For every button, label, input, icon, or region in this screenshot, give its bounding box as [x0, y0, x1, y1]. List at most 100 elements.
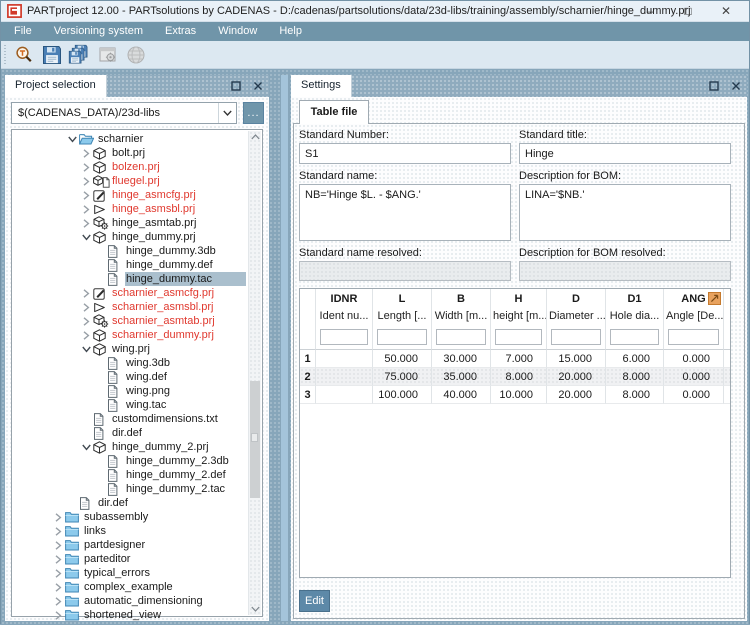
chevron-down-icon[interactable] — [79, 443, 93, 451]
bom-description-field[interactable]: LINA='$NB.' — [519, 184, 731, 241]
tree-item[interactable]: partdesigner — [13, 538, 246, 552]
project-path-combobox[interactable]: $(CADENAS_DATA)/23d-libs — [11, 102, 237, 124]
tree-item[interactable]: hinge_dummy.tac — [13, 272, 246, 286]
column-edit-icon[interactable] — [708, 292, 721, 305]
scroll-down-icon[interactable] — [249, 603, 261, 615]
tree-item[interactable]: wing.prj — [13, 342, 246, 356]
chevron-right-icon[interactable] — [79, 219, 93, 228]
cell-idnr[interactable] — [316, 386, 373, 404]
standard-number-field[interactable] — [299, 143, 511, 164]
chevron-down-icon[interactable] — [79, 345, 93, 353]
panel-splitter[interactable] — [281, 75, 288, 621]
filter-input-b[interactable] — [436, 329, 486, 345]
cell-d[interactable]: 20.000 — [547, 386, 606, 404]
tree-item[interactable]: scharnier_asmtab.prj — [13, 314, 246, 328]
close-panel-icon[interactable] — [253, 81, 263, 91]
column-header-d1[interactable]: D1 — [606, 289, 664, 309]
tree-item[interactable]: hinge_asmtab.prj — [13, 216, 246, 230]
tree-item[interactable]: shortened_view — [13, 608, 246, 622]
tree-scrollbar[interactable] — [248, 131, 261, 615]
tree-item[interactable]: wing.def — [13, 370, 246, 384]
tree-item[interactable]: hinge_asmsbl.prj — [13, 202, 246, 216]
scrollbar-thumb[interactable] — [250, 381, 260, 498]
chevron-right-icon[interactable] — [51, 611, 65, 620]
close-panel-icon[interactable] — [731, 81, 741, 91]
chevron-right-icon[interactable] — [51, 583, 65, 592]
tree-item[interactable]: wing.tac — [13, 398, 246, 412]
tree-item[interactable]: complex_example — [13, 580, 246, 594]
tab-table-file[interactable]: Table file — [299, 100, 369, 124]
tree-item[interactable]: hinge_dummy_2.prj — [13, 440, 246, 454]
cell-l[interactable]: 100.000 — [373, 386, 432, 404]
filter-input-idnr[interactable] — [320, 329, 368, 345]
tree-item[interactable]: subassembly — [13, 510, 246, 524]
filter-input-ang[interactable] — [668, 329, 719, 345]
cell-ang[interactable]: 0.000 — [664, 368, 724, 386]
column-header-h[interactable]: H — [491, 289, 547, 309]
filter-input-d1[interactable] — [610, 329, 659, 345]
chevron-right-icon[interactable] — [79, 205, 93, 214]
menu-window[interactable]: Window — [207, 22, 268, 41]
scroll-up-icon[interactable] — [249, 131, 261, 143]
tree-item[interactable]: hinge_dummy_2.def — [13, 468, 246, 482]
chevron-right-icon[interactable] — [79, 149, 93, 158]
tree-item[interactable]: bolzen.prj — [13, 160, 246, 174]
cell-ang[interactable]: 0.000 — [664, 386, 724, 404]
cell-d1[interactable]: 8.000 — [606, 368, 664, 386]
tree-item[interactable]: hinge_asmcfg.prj — [13, 188, 246, 202]
chevron-right-icon[interactable] — [79, 191, 93, 200]
tree-item[interactable]: fluegel.prj — [13, 174, 246, 188]
tree-item[interactable]: scharnier — [13, 132, 246, 146]
tree-item[interactable]: scharnier_asmsbl.prj — [13, 300, 246, 314]
chevron-right-icon[interactable] — [79, 289, 93, 298]
chevron-right-icon[interactable] — [51, 597, 65, 606]
column-header-idnr[interactable]: IDNR — [316, 289, 373, 309]
menu-help[interactable]: Help — [268, 22, 313, 41]
cell-b[interactable]: 30.000 — [432, 350, 491, 368]
save-icon[interactable] — [39, 43, 65, 67]
column-header-b[interactable]: B — [432, 289, 491, 309]
tree-item[interactable]: links — [13, 524, 246, 538]
cell-b[interactable]: 35.000 — [432, 368, 491, 386]
cell-h[interactable]: 10.000 — [491, 386, 547, 404]
cell-idnr[interactable] — [316, 350, 373, 368]
tree-item[interactable]: hinge_dummy_2.tac — [13, 482, 246, 496]
chevron-right-icon[interactable] — [51, 513, 65, 522]
tree-item[interactable]: wing.png — [13, 384, 246, 398]
chevron-right-icon[interactable] — [51, 569, 65, 578]
cell-d1[interactable]: 8.000 — [606, 386, 664, 404]
tree-item[interactable]: scharnier_asmcfg.prj — [13, 286, 246, 300]
cell-d[interactable]: 15.000 — [547, 350, 606, 368]
tree-item[interactable]: hinge_dummy.prj — [13, 230, 246, 244]
chevron-down-icon[interactable] — [65, 135, 79, 143]
chevron-right-icon[interactable] — [51, 555, 65, 564]
minimize-button[interactable]: – — [631, 1, 669, 22]
tree-item[interactable]: dir.def — [13, 496, 246, 510]
tree-item[interactable]: automatic_dimensioning — [13, 594, 246, 608]
chevron-down-icon[interactable] — [79, 233, 93, 241]
window-settings-icon[interactable] — [95, 43, 121, 67]
chevron-right-icon[interactable] — [79, 163, 93, 172]
tree-item[interactable]: customdimensions.txt — [13, 412, 246, 426]
filter-input-l[interactable] — [377, 329, 427, 345]
column-header-l[interactable]: L — [373, 289, 432, 309]
tree-item[interactable]: parteditor — [13, 552, 246, 566]
column-header-d[interactable]: D — [547, 289, 606, 309]
cell-idnr[interactable] — [316, 368, 373, 386]
cell-l[interactable]: 75.000 — [373, 368, 432, 386]
tree-item[interactable]: dir.def — [13, 426, 246, 440]
cell-ang[interactable]: 0.000 — [664, 350, 724, 368]
standard-title-field[interactable] — [519, 143, 731, 164]
chevron-right-icon[interactable] — [79, 331, 93, 340]
tree-item[interactable]: hinge_dummy_2.3db — [13, 454, 246, 468]
tree-item[interactable]: wing.3db — [13, 356, 246, 370]
filter-input-d[interactable] — [551, 329, 601, 345]
menu-extras[interactable]: Extras — [154, 22, 207, 41]
chevron-right-icon[interactable] — [51, 541, 65, 550]
menu-file[interactable]: File — [3, 22, 43, 41]
filter-input-h[interactable] — [495, 329, 542, 345]
cell-h[interactable]: 8.000 — [491, 368, 547, 386]
maximize-panel-icon[interactable] — [709, 81, 719, 91]
save-all-icon[interactable] — [67, 43, 93, 67]
maximize-button[interactable]: □ — [669, 1, 707, 22]
